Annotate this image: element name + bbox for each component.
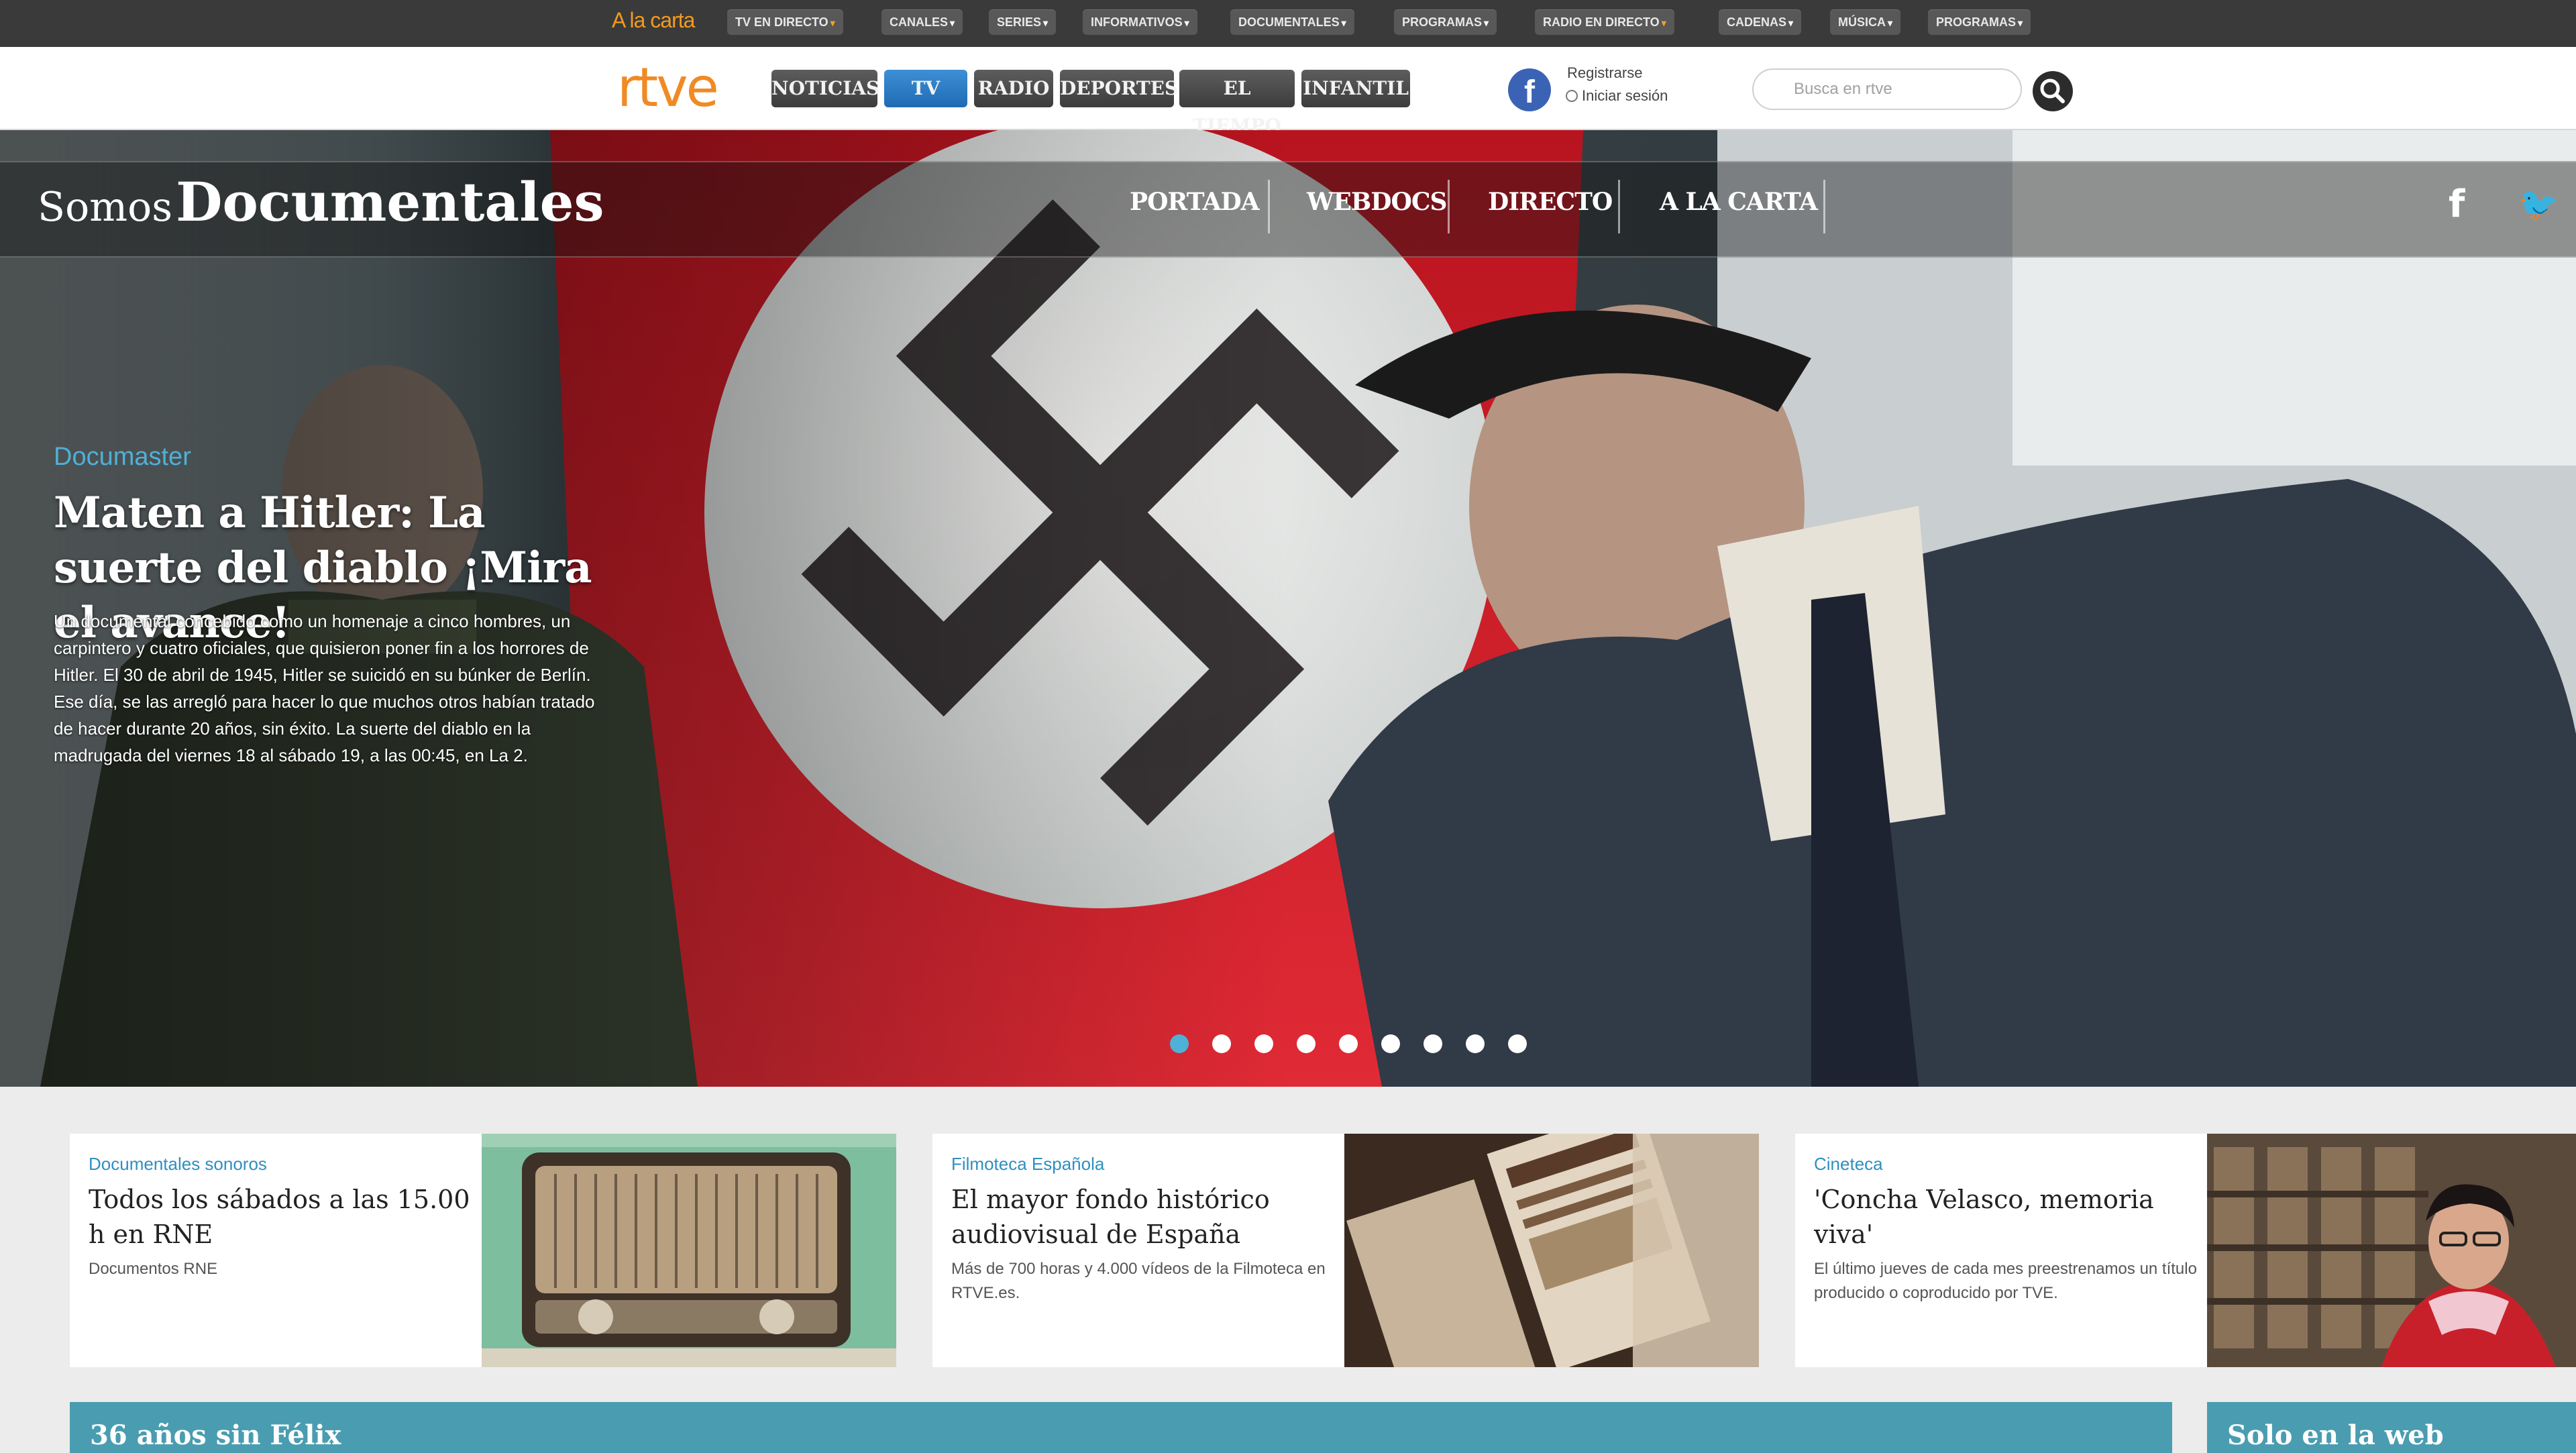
carousel-dot[interactable] <box>1508 1034 1527 1053</box>
topbar-item-series[interactable]: SERIES ▾ <box>989 9 1057 35</box>
section-bar-title: 36 años sin Félix <box>90 1419 341 1451</box>
carousel-dot[interactable] <box>1297 1034 1316 1053</box>
caret-down-icon: ▾ <box>830 17 835 28</box>
card-tag[interactable]: Filmoteca Española <box>951 1154 1104 1175</box>
film-documents-image[interactable] <box>1344 1134 1759 1367</box>
carousel-dot[interactable] <box>1466 1034 1485 1053</box>
card-documentales-sonoros[interactable]: Documentales sonoros Todos los sábados a… <box>70 1134 896 1367</box>
card-tag[interactable]: Documentales sonoros <box>89 1154 267 1175</box>
search-icon <box>2040 78 2065 103</box>
section-nav-directo[interactable]: DIRECTO <box>1488 188 1613 216</box>
card-title[interactable]: 'Concha Velasco, memoria viva' <box>1814 1182 2210 1252</box>
card-filmoteca[interactable]: Filmoteca Española El mayor fondo histór… <box>932 1134 1759 1367</box>
search-button[interactable] <box>2033 71 2073 111</box>
rtve-logo[interactable]: rtve <box>617 56 719 119</box>
caret-down-icon: ▾ <box>950 17 955 28</box>
nav-tv[interactable]: TV <box>884 70 967 107</box>
radio-image[interactable] <box>482 1134 896 1367</box>
facebook-login-icon[interactable]: f <box>1508 68 1551 111</box>
card-tag[interactable]: Cineteca <box>1814 1154 1883 1175</box>
carousel-dot[interactable] <box>1254 1034 1273 1053</box>
nav-noticias[interactable]: NOTICIAS <box>771 70 879 107</box>
search-input[interactable] <box>1752 68 2022 110</box>
caret-down-icon: ▾ <box>1788 17 1794 28</box>
caret-down-icon: ▾ <box>1184 17 1189 28</box>
topbar-item-informativos[interactable]: INFORMATIVOS ▾ <box>1083 9 1197 35</box>
carousel-dot[interactable] <box>1339 1034 1358 1053</box>
topbar-item-radio-en-directo[interactable]: RADIO EN DIRECTO ▾ <box>1535 9 1674 35</box>
facebook-icon[interactable]: f <box>2449 182 2465 226</box>
topbar-item-tv-en-directo[interactable]: TV EN DIRECTO ▾ <box>727 9 843 35</box>
nav-divider <box>1448 180 1450 233</box>
topbar-item-canales[interactable]: CANALES ▾ <box>881 9 963 35</box>
section-brand[interactable]: Somos Documentales <box>38 170 604 233</box>
card-subtitle: Más de 700 horas y 4.000 vídeos de la Fi… <box>951 1260 1326 1302</box>
portrait-photo-icon <box>2207 1134 2576 1367</box>
nav-divider <box>1823 180 1825 233</box>
section-nav-webdocs[interactable]: WEBDOCS <box>1307 188 1448 216</box>
nav-divider <box>1618 180 1620 233</box>
nav-radio[interactable]: RADIO <box>974 70 1053 107</box>
topbar-item-documentales[interactable]: DOCUMENTALES ▾ <box>1230 9 1354 35</box>
old-newspapers-icon <box>1344 1134 1759 1367</box>
hero-carousel[interactable]: Somos Documentales PORTADA WEBDOCS DIREC… <box>0 130 2576 1087</box>
caret-down-icon: ▾ <box>1484 17 1489 28</box>
carousel-dot[interactable] <box>1170 1034 1189 1053</box>
register-link[interactable]: Registrarse <box>1567 64 1642 82</box>
section-bar-solo-web[interactable]: Solo en la web <box>2207 1402 2576 1453</box>
card-title[interactable]: El mayor fondo histórico audiovisual de … <box>951 1182 1347 1252</box>
caret-down-icon: ▾ <box>1888 17 1893 28</box>
carousel-dot[interactable] <box>1381 1034 1400 1053</box>
card-subtitle: Documentos RNE <box>89 1260 218 1278</box>
section-bar-title: Solo en la web <box>2227 1419 2444 1451</box>
carousel-dot[interactable] <box>1424 1034 1442 1053</box>
radio-circle-icon <box>1566 90 1578 102</box>
caret-down-icon: ▾ <box>1341 17 1346 28</box>
topbar-item-programas-tv[interactable]: PROGRAMAS ▾ <box>1394 9 1497 35</box>
caret-down-icon: ▾ <box>2018 17 2023 28</box>
nav-infantil[interactable]: INFANTIL <box>1301 70 1410 107</box>
topbar-item-cadenas[interactable]: CADENAS ▾ <box>1719 9 1802 35</box>
topbar-item-programas-radio[interactable]: PROGRAMAS ▾ <box>1928 9 2031 35</box>
section-nav-portada[interactable]: PORTADA <box>1130 188 1260 216</box>
hero-kicker[interactable]: Documaster <box>54 443 191 472</box>
card-subtitle: El último jueves de cada mes preestrenam… <box>1814 1260 2197 1302</box>
section-nav-a-la-carta[interactable]: A LA CARTA <box>1660 188 1818 216</box>
hero-description: Un documental concebido como un homenaje… <box>54 611 595 765</box>
card-title[interactable]: Todos los sábados a las 15.00 h en RNE <box>89 1182 484 1252</box>
top-navigation-bar: A la carta TV EN DIRECTO ▾ CANALES ▾ SERIE… <box>0 0 2576 47</box>
site-header: rtve NOTICIAS TV RADIO DEPORTES EL TIEMP… <box>0 47 2576 137</box>
caret-down-icon: ▾ <box>1661 17 1666 28</box>
twitter-icon[interactable]: 🐦 <box>2518 185 2559 223</box>
nav-el-tiempo[interactable]: EL TIEMPO <box>1179 70 1295 137</box>
concha-velasco-image[interactable] <box>2207 1134 2576 1367</box>
vintage-radio-icon <box>482 1134 896 1367</box>
a-la-carta-link[interactable]: A la carta <box>612 8 695 33</box>
carousel-dot[interactable] <box>1212 1034 1231 1053</box>
caret-down-icon: ▾ <box>1043 17 1049 28</box>
section-bar-felix[interactable]: 36 años sin Félix <box>70 1402 2172 1453</box>
login-link[interactable]: Iniciar sesión <box>1566 87 1668 105</box>
nav-divider <box>1268 180 1270 233</box>
topbar-item-musica[interactable]: MÚSICA ▾ <box>1830 9 1901 35</box>
nav-deportes[interactable]: DEPORTES <box>1060 70 1178 107</box>
card-cineteca[interactable]: Cineteca 'Concha Velasco, memoria viva' … <box>1795 1134 2576 1367</box>
